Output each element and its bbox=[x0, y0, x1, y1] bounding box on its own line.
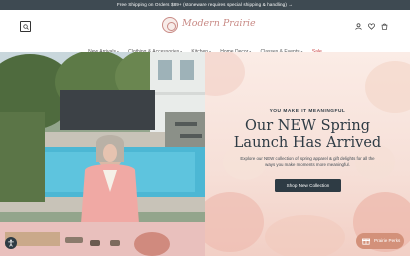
hero-banner: YOU MAKE IT MEANINGFUL Our NEW Spring La… bbox=[0, 52, 410, 256]
floral-background bbox=[205, 52, 410, 256]
header-actions bbox=[355, 23, 388, 30]
hero-tagline: YOU MAKE IT MEANINGFUL bbox=[269, 109, 346, 114]
search-icon bbox=[22, 23, 29, 30]
cart-icon[interactable] bbox=[381, 23, 388, 30]
announcement-text: Free Shipping on Orders $89+ (stoneware … bbox=[116, 2, 294, 7]
hero-photo-illustration bbox=[0, 52, 205, 256]
hero-subtext: Explore our NEW collection of spring app… bbox=[240, 156, 375, 168]
site-header: Modern Prairie New Arrivals▾ Clothing & … bbox=[0, 10, 410, 55]
hero-photo bbox=[0, 52, 205, 256]
hero-content: YOU MAKE IT MEANINGFUL Our NEW Spring La… bbox=[205, 52, 410, 256]
user-icon[interactable] bbox=[355, 23, 362, 30]
gift-icon bbox=[362, 238, 370, 245]
announcement-bar[interactable]: Free Shipping on Orders $89+ (stoneware … bbox=[0, 0, 410, 10]
brand-logo[interactable]: Modern Prairie bbox=[162, 15, 256, 37]
accessibility-button[interactable] bbox=[5, 237, 17, 249]
shop-new-collection-button[interactable]: Shop New Collection bbox=[275, 179, 341, 192]
logo-mark-icon bbox=[162, 17, 178, 33]
accessibility-icon bbox=[8, 239, 14, 247]
search-button[interactable] bbox=[20, 21, 31, 32]
hero-headline: Our NEW Spring Launch Has Arrived bbox=[233, 118, 382, 151]
prairie-perks-button[interactable]: Prairie Perks bbox=[356, 233, 404, 249]
heart-icon[interactable] bbox=[368, 23, 375, 30]
prairie-perks-label: Prairie Perks bbox=[374, 238, 401, 243]
brand-name: Modern Prairie bbox=[182, 18, 256, 29]
